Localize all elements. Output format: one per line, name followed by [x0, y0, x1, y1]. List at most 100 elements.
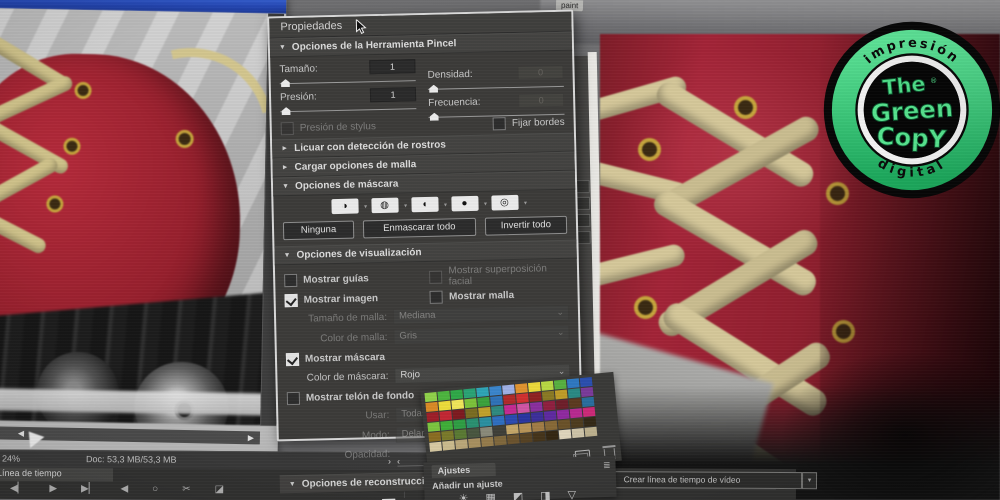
show-mask-checkbox[interactable]	[286, 353, 299, 366]
color-swatch[interactable]	[532, 422, 545, 432]
color-swatch[interactable]	[463, 388, 476, 398]
mask-none-button[interactable]: Ninguna	[283, 221, 354, 241]
mask-replace-icon[interactable]: ◑	[331, 199, 358, 215]
levels-icon[interactable]: ▦	[485, 491, 496, 500]
color-swatch[interactable]	[479, 417, 492, 427]
color-swatch[interactable]	[441, 431, 454, 441]
color-swatch[interactable]	[440, 421, 453, 431]
color-swatch[interactable]	[454, 429, 467, 439]
color-swatch[interactable]	[559, 429, 572, 439]
pressure-slider[interactable]	[280, 102, 416, 116]
scroll-right-icon[interactable]: ▶	[248, 433, 254, 442]
color-swatch[interactable]	[570, 408, 583, 418]
panel-menu-icon[interactable]: ≣	[603, 460, 611, 471]
color-swatch[interactable]	[426, 412, 439, 422]
color-swatch[interactable]	[480, 427, 493, 437]
show-mesh-checkbox[interactable]	[430, 291, 443, 304]
previous-frame-icon[interactable]: ◀▏	[10, 483, 25, 494]
color-swatch[interactable]	[546, 431, 559, 441]
color-swatch[interactable]	[541, 381, 554, 391]
color-swatch[interactable]	[567, 378, 580, 388]
show-image-checkbox[interactable]	[285, 294, 298, 307]
zoom-level[interactable]: 24%	[2, 451, 20, 468]
play-icon[interactable]: ▶	[49, 483, 57, 494]
color-swatch[interactable]	[453, 419, 466, 429]
mask-invert-icon[interactable]: ◎	[491, 195, 518, 211]
slider-thumb[interactable]	[281, 79, 290, 87]
show-guides-checkbox[interactable]	[284, 273, 297, 286]
color-swatch[interactable]	[507, 434, 520, 444]
color-swatch[interactable]	[451, 399, 464, 409]
color-swatch[interactable]	[557, 409, 570, 419]
color-swatch[interactable]	[583, 407, 596, 417]
color-swatch[interactable]	[584, 417, 597, 427]
color-swatch[interactable]	[571, 418, 584, 428]
color-swatch[interactable]	[437, 391, 450, 401]
color-swatch[interactable]	[467, 428, 480, 438]
curves-icon[interactable]: ◩	[513, 490, 524, 500]
vibrance-icon[interactable]: ▽	[567, 488, 576, 500]
tab-timeline[interactable]: Línea de tiempo	[0, 466, 113, 482]
stylus-pressure-checkbox[interactable]	[281, 122, 294, 135]
color-swatch[interactable]	[515, 383, 528, 393]
tab-adjustments[interactable]: Ajustes	[431, 463, 495, 478]
mesh-size-select[interactable]: Mediana⌄	[393, 305, 569, 325]
show-face-overlay-checkbox[interactable]	[429, 270, 442, 283]
color-swatch[interactable]	[543, 401, 556, 411]
color-swatch[interactable]	[520, 433, 533, 443]
color-swatch[interactable]	[439, 411, 452, 421]
slider-thumb[interactable]	[429, 85, 438, 93]
color-swatch[interactable]	[465, 408, 478, 418]
color-swatch[interactable]	[425, 402, 438, 412]
color-swatch[interactable]	[555, 389, 568, 399]
loop-icon[interactable]: ○	[152, 484, 158, 495]
color-swatch[interactable]	[554, 379, 567, 389]
pressure-input[interactable]: 1	[370, 87, 416, 102]
rewind-icon[interactable]: ◀	[120, 484, 128, 495]
color-swatch[interactable]	[424, 392, 437, 402]
color-swatch[interactable]	[492, 416, 505, 426]
color-swatch[interactable]	[581, 387, 594, 397]
split-clip-icon[interactable]: ✂	[182, 484, 190, 495]
color-swatch[interactable]	[450, 389, 463, 399]
chevron-down-icon[interactable]: ▾	[802, 472, 817, 489]
color-swatch[interactable]	[531, 412, 544, 422]
exposure-icon[interactable]: ◨	[540, 489, 551, 500]
size-input[interactable]: 1	[369, 59, 415, 74]
color-swatch[interactable]	[545, 421, 558, 431]
density-slider[interactable]	[428, 80, 564, 94]
slider-thumb[interactable]	[282, 107, 291, 115]
color-swatch[interactable]	[428, 432, 441, 442]
color-swatch[interactable]	[466, 418, 479, 428]
color-swatch[interactable]	[544, 411, 557, 421]
slider-thumb[interactable]	[430, 113, 439, 121]
mask-add-icon[interactable]: ◍	[371, 198, 398, 214]
color-swatch[interactable]	[542, 391, 555, 401]
color-swatch[interactable]	[528, 382, 541, 392]
color-swatch[interactable]	[455, 439, 468, 449]
color-swatch[interactable]	[530, 402, 543, 412]
mask-intersect-icon[interactable]: ●	[451, 196, 478, 212]
color-swatch[interactable]	[517, 403, 530, 413]
color-swatch[interactable]	[558, 419, 571, 429]
color-swatch[interactable]	[569, 398, 582, 408]
transition-icon[interactable]: ◪	[215, 484, 225, 495]
color-swatch[interactable]	[481, 437, 494, 447]
color-swatch[interactable]	[582, 397, 595, 407]
color-swatch[interactable]	[556, 399, 569, 409]
color-swatch[interactable]	[478, 407, 491, 417]
size-slider[interactable]	[280, 74, 416, 88]
color-swatch[interactable]	[585, 427, 598, 437]
rate-input[interactable]: 0	[518, 93, 564, 108]
color-swatch[interactable]	[494, 435, 507, 445]
color-swatch[interactable]	[491, 406, 504, 416]
next-frame-icon[interactable]: ▶▏	[81, 483, 96, 494]
color-swatch[interactable]	[504, 404, 517, 414]
mask-invert-button[interactable]: Invertir todo	[485, 216, 568, 236]
color-swatch[interactable]	[464, 398, 477, 408]
color-swatch[interactable]	[518, 413, 531, 423]
color-swatch[interactable]	[516, 393, 529, 403]
mask-subtract-icon[interactable]: ◖	[411, 197, 438, 213]
color-swatch[interactable]	[502, 384, 515, 394]
color-swatch[interactable]	[580, 377, 593, 387]
